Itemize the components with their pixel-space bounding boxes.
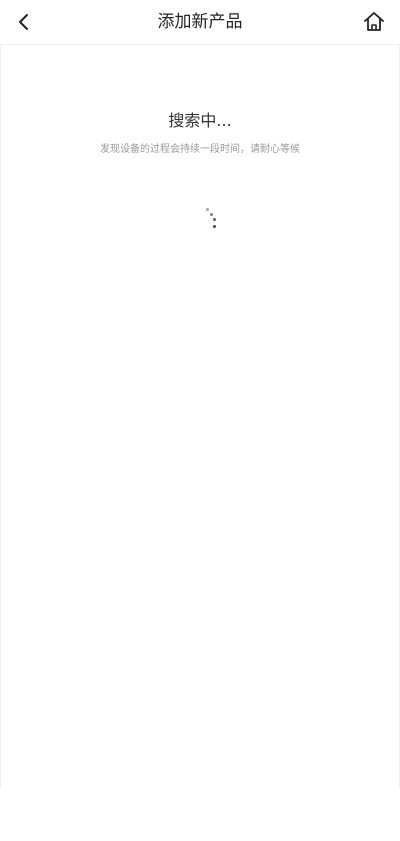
spinner-dot xyxy=(213,218,216,221)
spinner-dot xyxy=(210,213,213,216)
bottom-area xyxy=(0,788,400,841)
search-content: 搜索中... 发现设备的过程会持续一段时间，请耐心等候 xyxy=(0,45,400,788)
loading-spinner-icon xyxy=(201,205,221,235)
screen: 添加新产品 搜索中... 发现设备的过程会持续一段时间，请耐心等候 xyxy=(0,0,400,841)
header-bar: 添加新产品 xyxy=(0,0,400,45)
back-button[interactable] xyxy=(6,4,42,40)
search-status-title: 搜索中... xyxy=(168,111,232,130)
chevron-left-icon xyxy=(19,14,28,30)
home-button[interactable] xyxy=(356,4,392,40)
home-icon xyxy=(364,12,384,31)
search-status-hint: 发现设备的过程会持续一段时间，请耐心等候 xyxy=(100,144,300,155)
page-title: 添加新产品 xyxy=(157,12,243,32)
spinner-dot xyxy=(213,225,216,228)
spinner-dot xyxy=(206,208,209,211)
